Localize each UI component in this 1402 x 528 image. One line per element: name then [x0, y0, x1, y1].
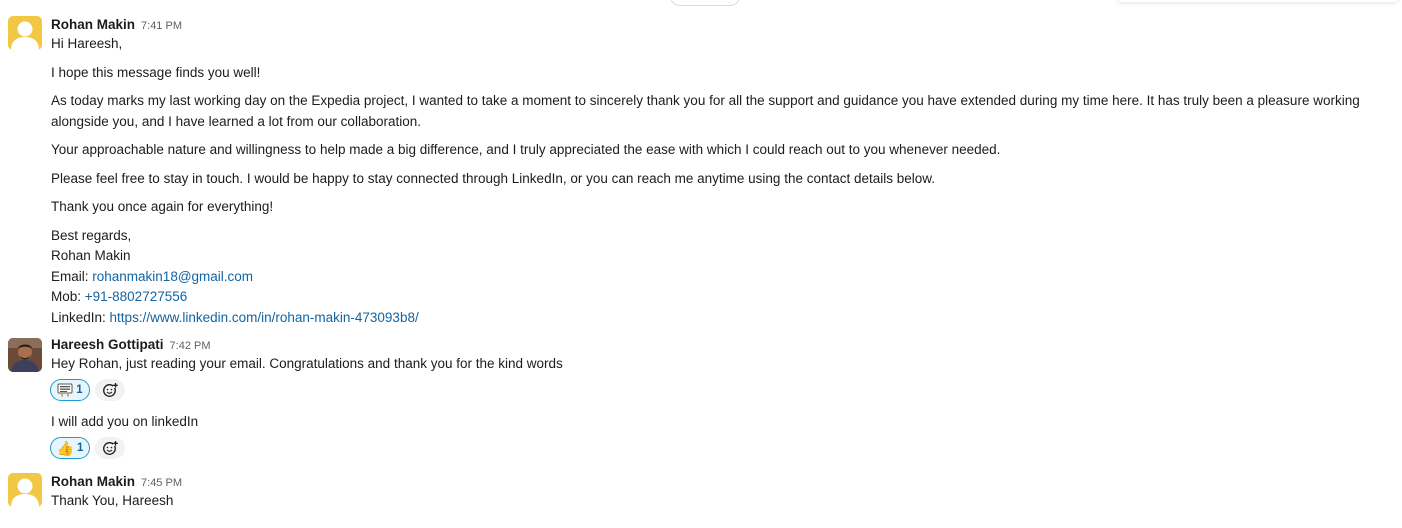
message-body: Hi Hareesh, I hope this message finds yo… — [51, 34, 1399, 328]
signature-closing: Best regards, — [51, 227, 132, 243]
signature-mob-line: Mob: +91-8802727556 — [51, 287, 1399, 308]
sender-name[interactable]: Rohan Makin — [51, 474, 135, 489]
reaction-count: 1 — [76, 384, 83, 396]
default-avatar-icon — [8, 473, 42, 507]
message-text: I will add you on linkedIn — [51, 414, 199, 429]
signature-name: Rohan Makin — [51, 248, 131, 263]
phone-link[interactable]: +91-8802727556 — [85, 289, 187, 304]
avatar-hareesh[interactable] — [8, 338, 42, 372]
message-text: Thank You, Hareesh — [51, 493, 174, 508]
thank-you-sign-icon — [57, 383, 73, 397]
floating-panel-edge — [1118, 0, 1398, 2]
message-paragraph: As today marks my last working day on th… — [51, 93, 1360, 129]
reaction-count: 1 — [77, 442, 84, 454]
message-header: Hareesh Gottipati 7:42 PM — [51, 336, 211, 354]
message-rohan-2: Rohan Makin 7:45 PM Thank You, Hareesh — [0, 473, 1402, 523]
add-emoji-icon — [103, 383, 118, 397]
signature-email-line: Email: rohanmakin18@gmail.com — [51, 267, 1399, 288]
thumbs-up-icon: 👍 — [56, 440, 75, 456]
signature-linkedin-line: LinkedIn: https://www.linkedin.com/in/ro… — [51, 308, 1399, 329]
add-emoji-icon — [103, 441, 118, 455]
add-reaction-button[interactable] — [95, 437, 125, 459]
default-avatar-icon — [8, 16, 42, 50]
timestamp[interactable]: 7:45 PM — [141, 477, 182, 489]
signature-block: Best regards, Rohan Makin Email: rohanma… — [51, 226, 1399, 329]
message-text: Hey Rohan, just reading your email. Cong… — [51, 356, 563, 371]
avatar-rohan[interactable] — [8, 473, 42, 507]
mob-label: Mob: — [51, 289, 85, 304]
reaction-bar: 1 — [50, 379, 125, 403]
message-paragraph: I hope this message finds you well! — [51, 64, 261, 80]
message-body: Hey Rohan, just reading your email. Cong… — [51, 354, 1399, 375]
sender-name[interactable]: Hareesh Gottipati — [51, 337, 164, 352]
user-photo-icon — [8, 338, 42, 372]
message-header: Rohan Makin 7:45 PM — [51, 473, 182, 491]
timestamp[interactable]: 7:42 PM — [170, 340, 211, 352]
message-paragraph: Please feel free to stay in touch. I wou… — [51, 170, 936, 186]
message-paragraph: Your approachable nature and willingness… — [51, 142, 1001, 157]
message-rohan-1: Rohan Makin 7:41 PM Hi Hareesh, I hope th… — [0, 16, 1402, 326]
email-link[interactable]: rohanmakin18@gmail.com — [92, 269, 253, 284]
message-paragraph: Thank you once again for everything! — [51, 199, 274, 214]
jump-to-date-pill[interactable] — [670, 0, 740, 6]
message-header: Rohan Makin 7:41 PM — [51, 16, 182, 34]
reaction-pill[interactable]: 1 — [50, 379, 90, 401]
linkedin-link[interactable]: https://www.linkedin.com/in/rohan-makin-… — [110, 310, 419, 325]
add-reaction-button[interactable] — [95, 379, 125, 401]
email-label: Email: — [51, 268, 93, 284]
message-hareesh: Hareesh Gottipati 7:42 PM Hey Rohan, just… — [0, 336, 1402, 464]
message-paragraph: Hi Hareesh, — [51, 36, 123, 51]
message-body: Thank You, Hareesh — [51, 491, 1399, 512]
message-followup: I will add you on linkedIn — [51, 412, 1399, 433]
linkedin-label: LinkedIn: — [51, 309, 110, 325]
timestamp[interactable]: 7:41 PM — [141, 20, 182, 32]
avatar-rohan[interactable] — [8, 16, 42, 50]
reaction-pill[interactable]: 👍 1 — [50, 437, 90, 459]
reaction-bar: 👍 1 — [50, 437, 125, 461]
sender-name[interactable]: Rohan Makin — [51, 17, 135, 32]
